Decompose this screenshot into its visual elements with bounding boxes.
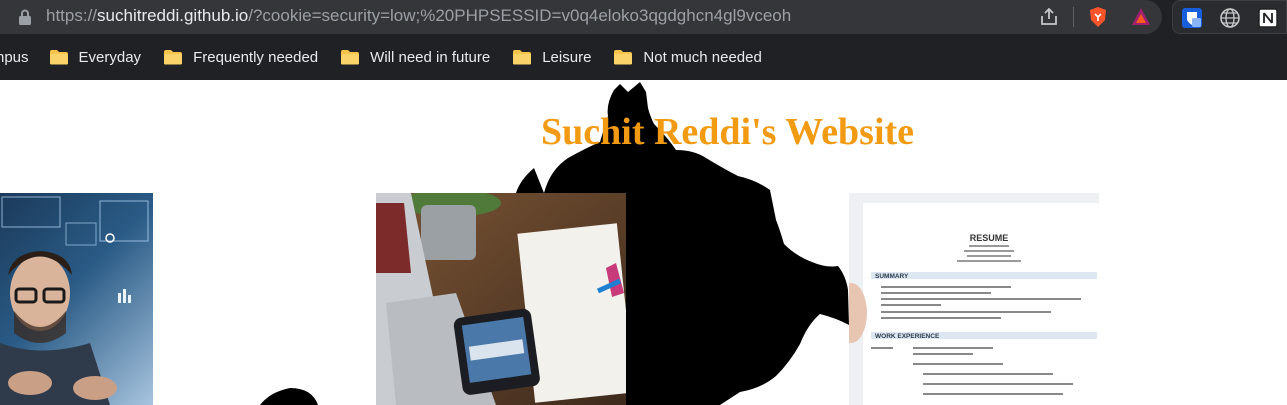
brave-shields-icon[interactable] [1087, 6, 1109, 28]
bookmark-label: Everyday [78, 48, 142, 66]
folder-icon [164, 50, 183, 65]
bookmark-item[interactable]: npus [0, 49, 29, 66]
notion-icon[interactable] [1257, 7, 1279, 29]
folder-icon [49, 50, 68, 65]
bookmark-label: Will need in future [370, 48, 491, 66]
web-page: RESUME SUMMARY WORK EXPERIENCE Suchit Re… [0, 80, 1287, 405]
page-title: Suchit Reddi's Website [541, 111, 915, 153]
url-scheme: https:// [46, 6, 98, 25]
bookmark-label: Not much needed [643, 48, 762, 66]
extensions-area [1172, 0, 1287, 34]
url-text[interactable]: https://suchitreddi.github.io/?cookie=se… [46, 6, 791, 26]
bookmark-folder-will-need-in-future[interactable]: Will need in future [340, 49, 490, 66]
bookmark-folder-leisure[interactable]: Leisure [512, 49, 591, 66]
bookmarks-bar: npus Everyday Frequently needed Will nee… [0, 40, 784, 74]
lock-icon[interactable] [18, 9, 32, 25]
folder-icon [513, 50, 532, 65]
bookmark-folder-not-much-needed[interactable]: Not much needed [613, 48, 762, 66]
bookmark-folder-frequently-needed[interactable]: Frequently needed [163, 49, 318, 66]
url-host: suchitreddi.github.io [97, 6, 249, 25]
share-icon[interactable] [1038, 6, 1060, 28]
bookmark-label: npus [0, 48, 29, 66]
globe-icon[interactable] [1219, 7, 1241, 29]
bitwarden-icon[interactable] [1181, 7, 1203, 29]
bookmark-label: Frequently needed [193, 48, 319, 66]
bookmark-label: Leisure [542, 48, 592, 66]
toolbar-separator [1073, 7, 1074, 27]
folder-icon [341, 50, 360, 65]
folder-icon [614, 50, 633, 65]
address-bar[interactable]: https://suchitreddi.github.io/?cookie=se… [0, 0, 1162, 34]
brave-rewards-icon[interactable] [1130, 6, 1152, 28]
browser-chrome: https://suchitreddi.github.io/?cookie=se… [0, 0, 1287, 80]
bookmark-folder-everyday[interactable]: Everyday [49, 48, 142, 66]
url-path: /?cookie=security=low;%20PHPSESSID=v0q4e… [248, 6, 792, 25]
